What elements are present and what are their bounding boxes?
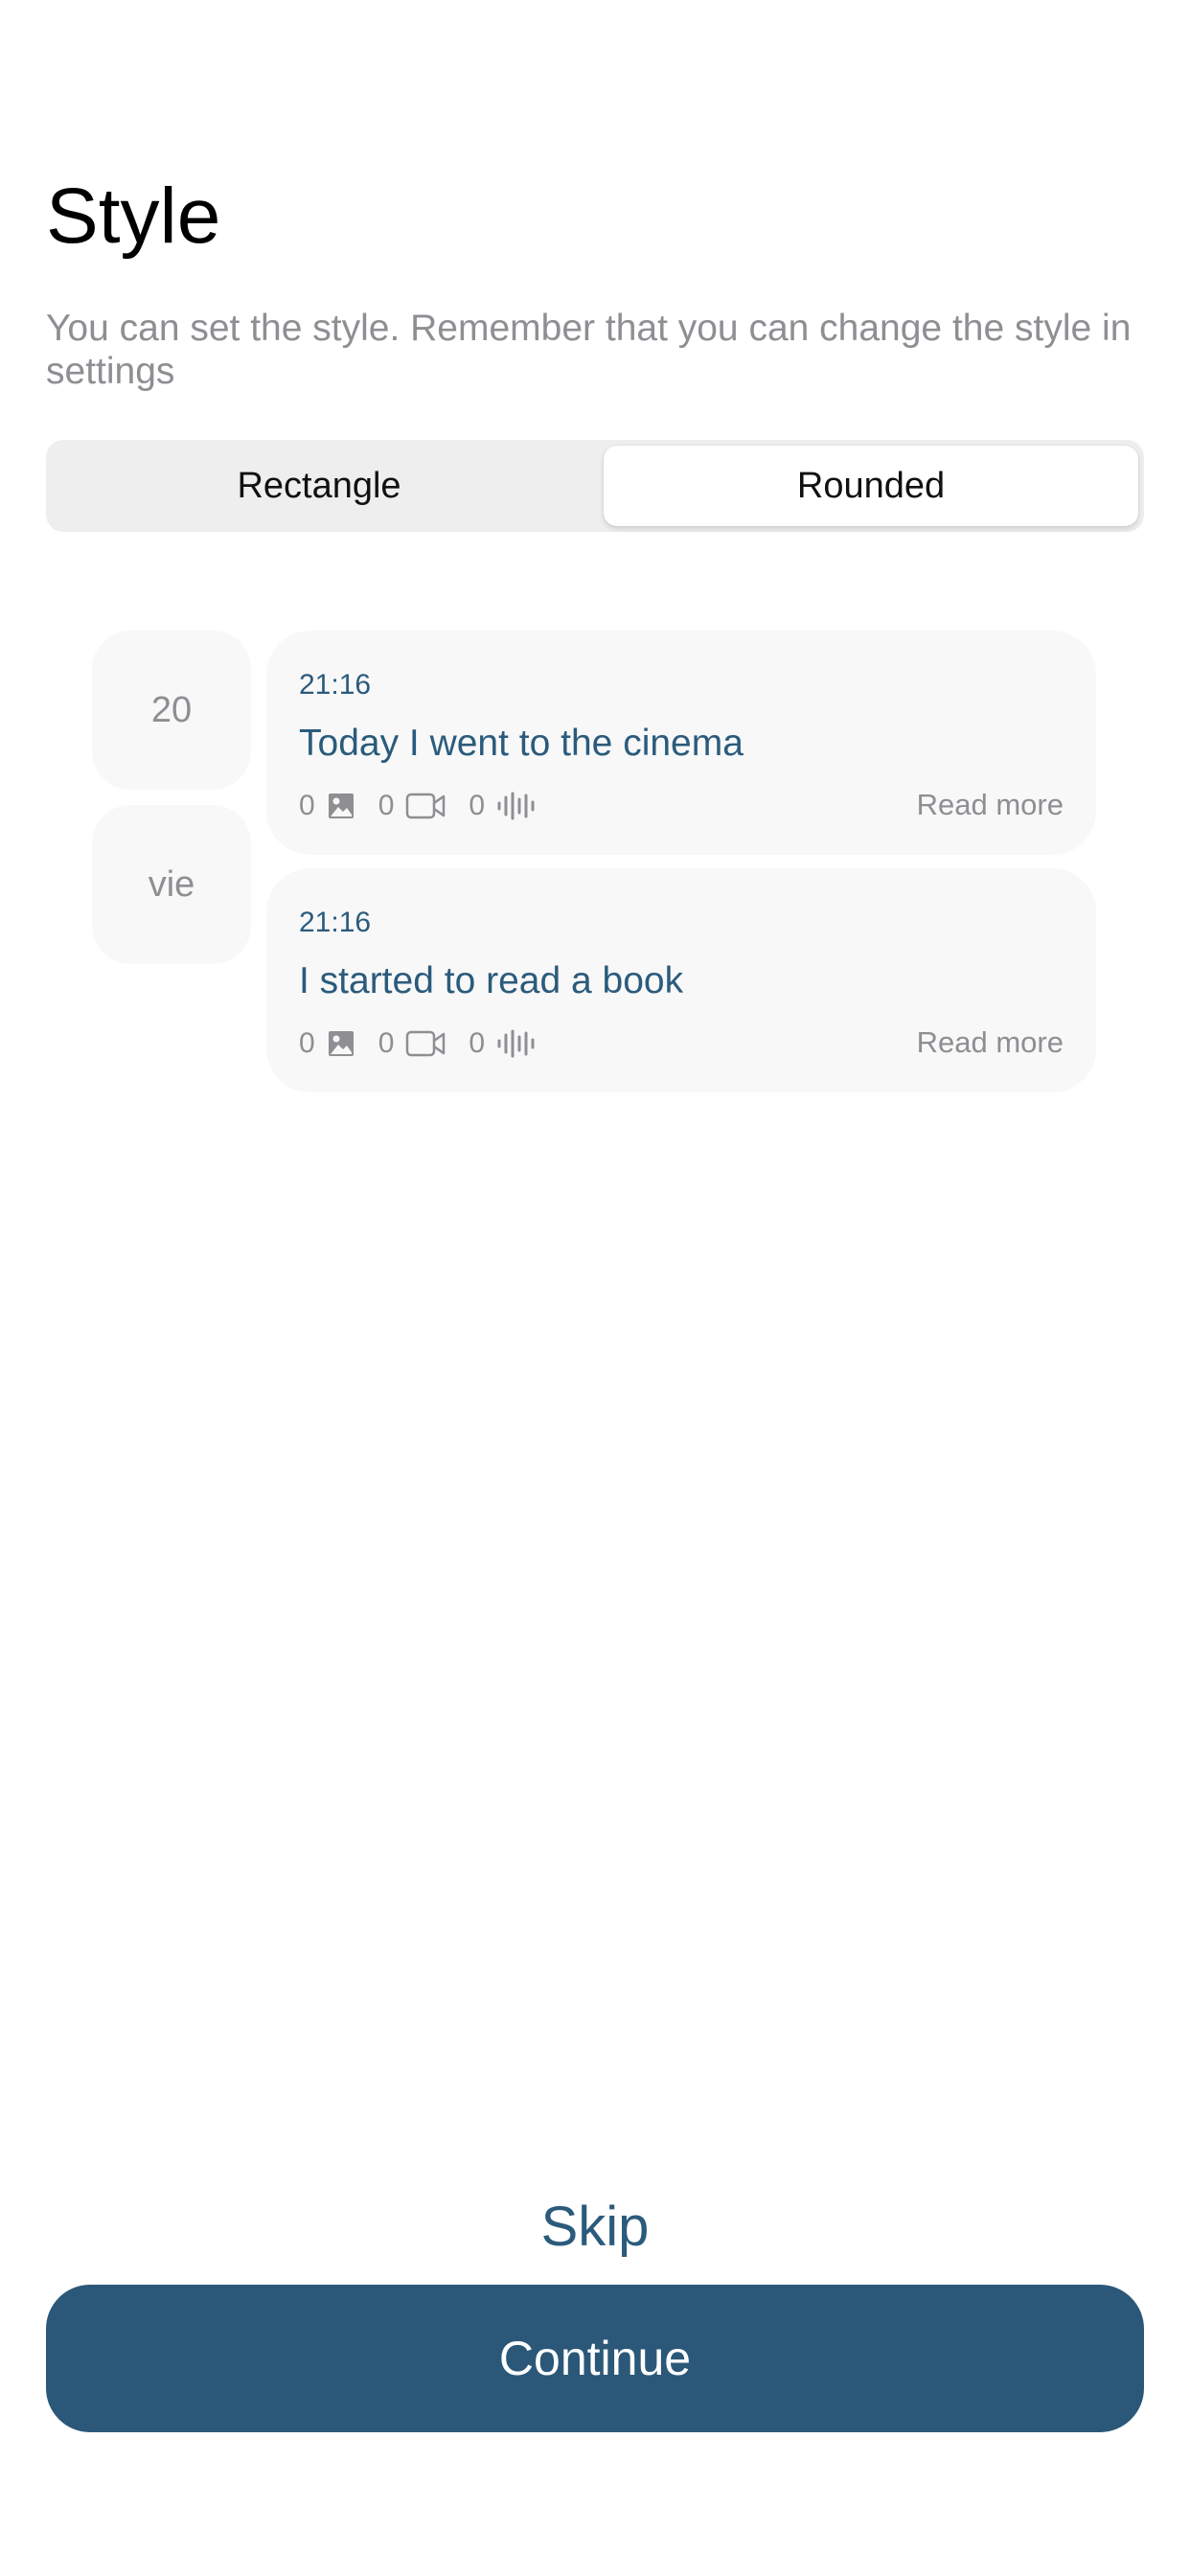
entry-time: 21:16 <box>299 907 372 938</box>
audio-count: 0 <box>469 790 486 821</box>
style-option-rounded[interactable]: Rounded <box>604 446 1138 526</box>
entry-media-counts: 0 0 0 <box>299 1027 538 1060</box>
photo-count: 0 <box>299 1027 315 1059</box>
entry-media-counts: 0 0 0 <box>299 790 538 822</box>
video-camera-icon <box>405 1029 446 1058</box>
audio-waveform-icon <box>496 1029 538 1058</box>
page-subtitle: You can set the style. Remember that you… <box>46 308 1132 392</box>
date-weekday-chip: vie <box>92 805 251 964</box>
entry-card[interactable]: 21:16 I started to read a book 0 0 0 Rea… <box>266 868 1096 1092</box>
page-title: Style <box>46 172 221 260</box>
entry-card[interactable]: 21:16 Today I went to the cinema 0 0 0 R… <box>266 631 1096 855</box>
date-day-chip: 20 <box>92 631 251 790</box>
continue-button[interactable]: Continue <box>46 2285 1144 2432</box>
photo-icon <box>327 792 355 820</box>
audio-waveform-icon <box>496 792 538 820</box>
read-more-link[interactable]: Read more <box>917 1025 1064 1060</box>
entry-title: I started to read a book <box>299 960 684 1001</box>
read-more-link[interactable]: Read more <box>917 788 1064 822</box>
photo-icon <box>327 1029 355 1058</box>
skip-button[interactable]: Skip <box>0 2195 1190 2259</box>
date-weekday: vie <box>148 863 195 905</box>
audio-count: 0 <box>469 1027 486 1059</box>
style-option-rectangle[interactable]: Rectangle <box>52 446 586 526</box>
entry-time: 21:16 <box>299 669 372 701</box>
photo-count: 0 <box>299 790 315 821</box>
date-day: 20 <box>150 689 193 730</box>
video-count: 0 <box>378 790 395 821</box>
style-segmented-control: Rectangle Rounded <box>46 440 1144 532</box>
video-count: 0 <box>378 1027 395 1059</box>
video-camera-icon <box>405 792 446 820</box>
entry-title: Today I went to the cinema <box>299 723 744 764</box>
